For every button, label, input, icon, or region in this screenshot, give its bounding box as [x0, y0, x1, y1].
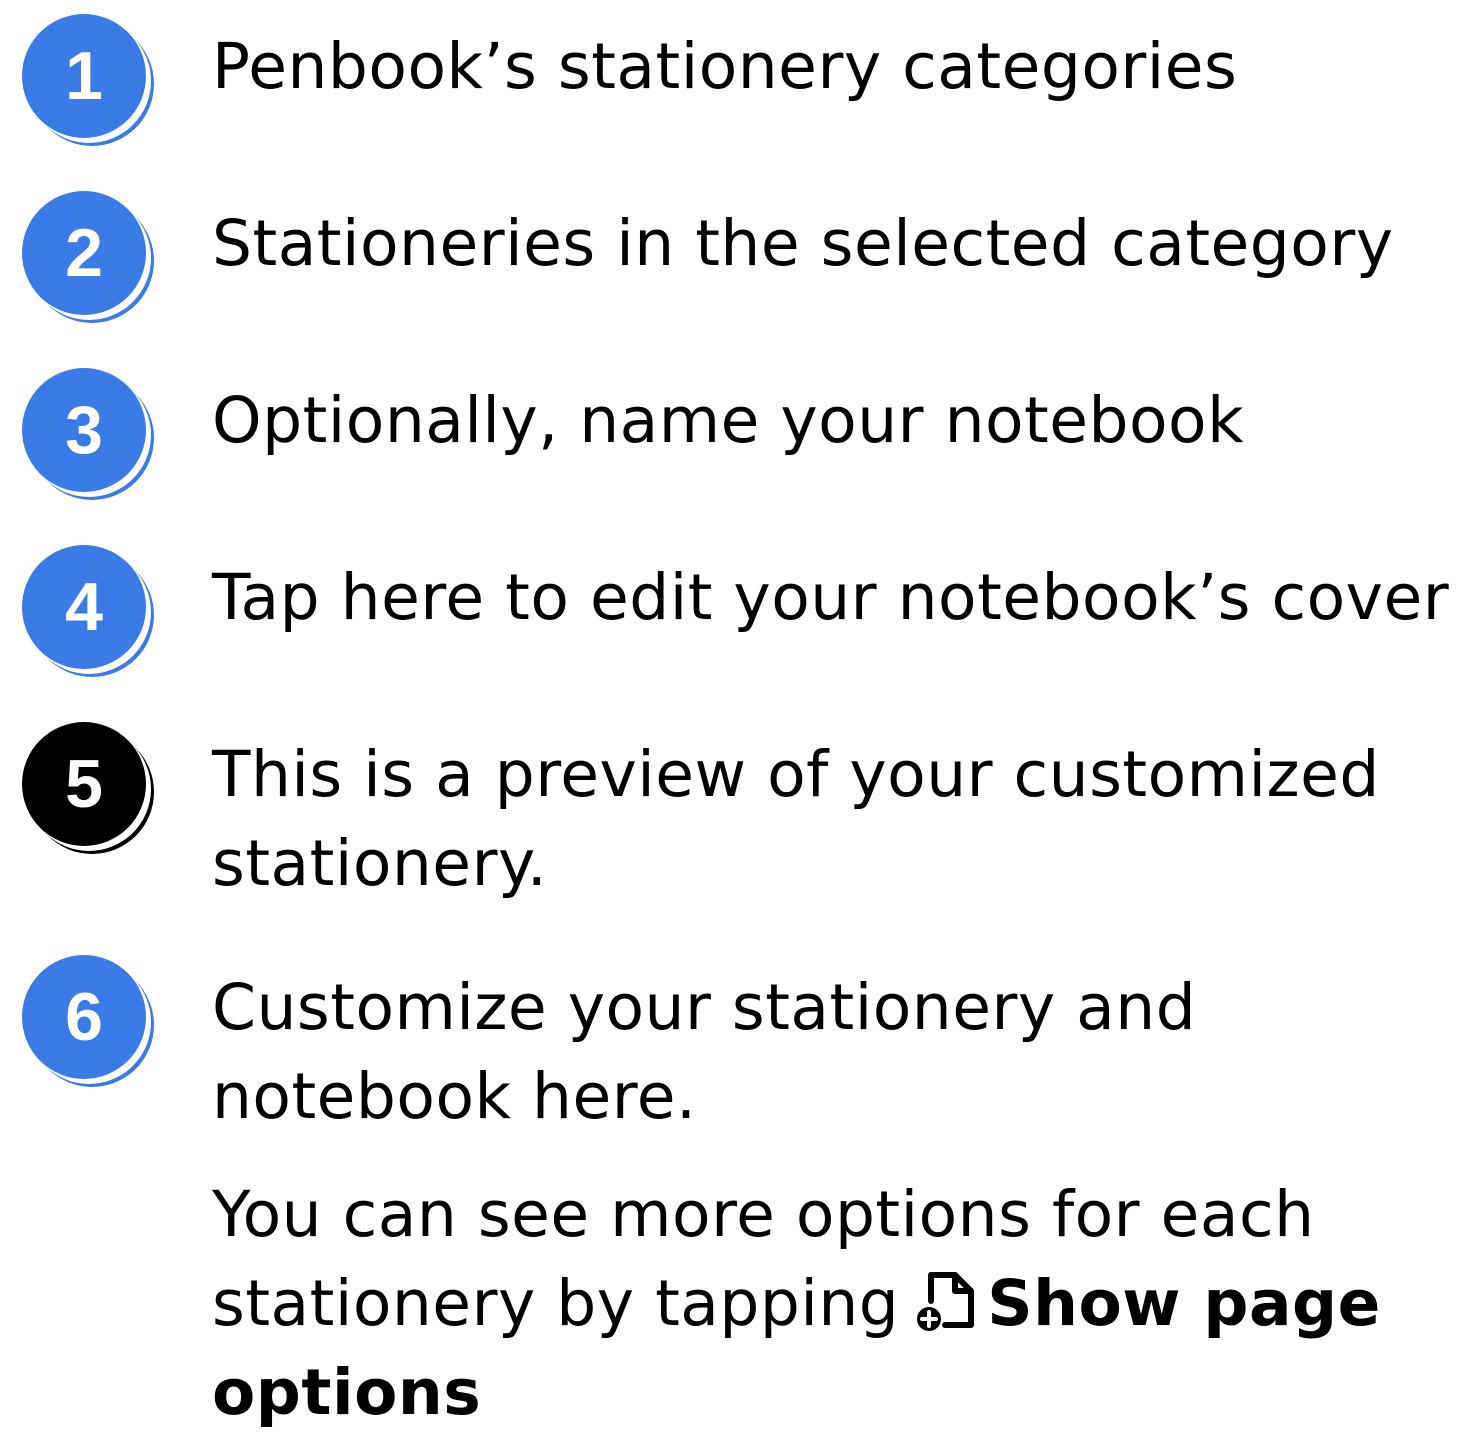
legend-item-note: You can see more options for each statio… [212, 1170, 1467, 1437]
legend-text: Stationeries in the selected category [212, 199, 1467, 288]
legend-item-label: Customize your stationery and notebook h… [212, 971, 1197, 1133]
number-badge: 3 [22, 368, 146, 492]
page-add-icon [917, 1272, 975, 1331]
number-badge: 5 [22, 722, 146, 846]
legend-item-label: This is a preview of your customized sta… [212, 738, 1380, 900]
legend-item-label: Tap here to edit your notebook’s cover [212, 561, 1450, 634]
number-badge: 6 [22, 955, 146, 1079]
legend-item-label: Stationeries in the selected category [212, 207, 1394, 280]
legend-text: Tap here to edit your notebook’s cover [212, 553, 1467, 642]
number-badge: 2 [22, 191, 146, 315]
legend-text: This is a preview of your customized sta… [212, 730, 1467, 908]
legend-text: Optionally, name your notebook [212, 376, 1467, 465]
legend-text: Customize your stationery and notebook h… [212, 963, 1467, 1437]
legend-item-label: Optionally, name your notebook [212, 384, 1245, 457]
number-badge: 1 [22, 14, 146, 138]
numbered-legend: 1 Penbook’s stationery categories 2 Stat… [0, 0, 1471, 1450]
legend-item-label: Penbook’s stationery categories [212, 30, 1238, 103]
legend-text: Penbook’s stationery categories [212, 22, 1467, 111]
number-badge: 4 [22, 545, 146, 669]
